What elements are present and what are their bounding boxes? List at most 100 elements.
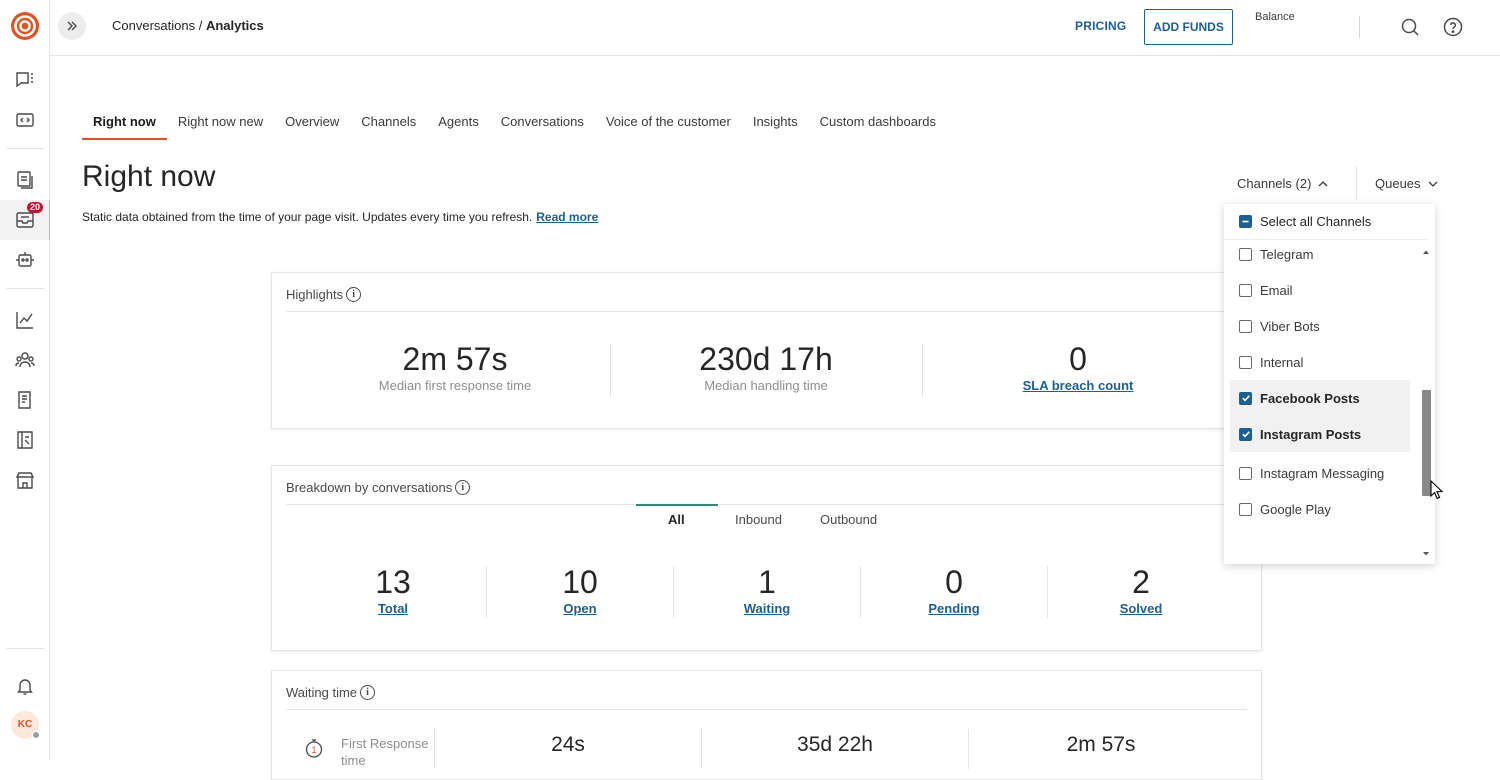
channel-option-google-play[interactable]: Google Play	[1230, 491, 1410, 527]
metric-value: 0	[945, 564, 963, 600]
breadcrumb-current: Analytics	[205, 18, 264, 33]
subtab-outbound[interactable]: Outbound	[820, 512, 877, 527]
chevron-down-icon	[1428, 181, 1438, 187]
analytics-icon[interactable]	[13, 308, 37, 332]
checkbox[interactable]	[1239, 466, 1252, 480]
page-title: Right now	[82, 160, 216, 193]
left-rail: 20 KC	[0, 0, 50, 760]
select-all-channels[interactable]: Select all Channels	[1224, 204, 1427, 240]
metric-open: 10 Open	[530, 564, 630, 616]
breadcrumb-parent[interactable]: Conversations	[112, 18, 195, 33]
sla-breach-link[interactable]: SLA breach count	[978, 378, 1178, 393]
metric-median-first-response: 2m 57s Median first response time	[355, 341, 555, 393]
scroll-down-arrow-icon[interactable]	[1421, 550, 1431, 558]
subtab-all[interactable]: All	[668, 512, 685, 527]
metric-median-handling: 230d 17h Median handling time	[666, 341, 866, 393]
scroll-up-arrow-icon[interactable]	[1421, 248, 1431, 256]
channels-filter[interactable]: Channels (2)	[1237, 176, 1329, 191]
breakdown-header: Breakdown by conversations i	[286, 480, 471, 495]
page-subtitle: Static data obtained from the time of yo…	[82, 210, 598, 224]
tab-conversations[interactable]: Conversations	[490, 108, 595, 140]
waiting-value: 24s	[551, 733, 585, 756]
marketplace-icon[interactable]	[13, 468, 37, 492]
help-icon[interactable]	[1442, 16, 1464, 38]
add-funds-button[interactable]: ADD FUNDS	[1144, 9, 1233, 45]
pricing-link[interactable]: PRICING	[1075, 19, 1126, 33]
brand-logo-icon[interactable]	[10, 11, 40, 41]
info-icon[interactable]: i	[360, 685, 376, 700]
metric-value: 230d 17h	[699, 341, 833, 377]
checkbox[interactable]	[1239, 319, 1252, 333]
waiting-link[interactable]: Waiting	[717, 601, 817, 616]
metric-solved: 2 Solved	[1091, 564, 1191, 616]
channel-option-label: Instagram Messaging	[1260, 465, 1385, 481]
waiting-time-title: Waiting time	[286, 685, 358, 700]
people-icon[interactable]	[13, 348, 37, 372]
breadcrumb-separator: /	[195, 18, 206, 33]
channel-option-telegram[interactable]: Telegram	[1230, 236, 1410, 272]
first-response-label: First Response time	[341, 736, 429, 768]
breakdown-card: Breakdown by conversations i All Inbound…	[271, 465, 1262, 651]
subtab-inbound[interactable]: Inbound	[735, 512, 782, 527]
bots-icon[interactable]	[13, 248, 37, 272]
checkbox-checked[interactable]	[1239, 427, 1252, 441]
checkbox-checked[interactable]	[1239, 391, 1252, 405]
exports-icon[interactable]	[13, 428, 37, 452]
channel-option-label: Email	[1260, 282, 1293, 298]
indeterminate-checkbox[interactable]	[1239, 215, 1252, 228]
channel-option-email[interactable]: Email	[1230, 272, 1410, 308]
open-link[interactable]: Open	[530, 601, 630, 616]
search-icon[interactable]	[1399, 16, 1421, 38]
highlights-header: Highlights i	[286, 287, 362, 302]
tab-right-now-new[interactable]: Right now new	[167, 108, 274, 140]
metric-value: 0	[1069, 341, 1087, 377]
tab-channels[interactable]: Channels	[350, 108, 427, 140]
checkbox[interactable]	[1239, 502, 1252, 516]
channel-option-internal[interactable]: Internal	[1230, 344, 1410, 380]
channel-option-viber-bots[interactable]: Viber Bots	[1230, 308, 1410, 344]
highlights-card: Highlights i 2m 57s Median first respons…	[271, 272, 1262, 429]
checkbox[interactable]	[1239, 355, 1252, 369]
subtitle-text: Static data obtained from the time of yo…	[82, 210, 533, 224]
expand-menu-button[interactable]	[58, 12, 86, 40]
double-chevron-right-icon	[67, 21, 77, 31]
balance-label: Balance	[1255, 11, 1295, 23]
metric-value: 13	[375, 564, 411, 600]
pending-link[interactable]: Pending	[904, 601, 1004, 616]
notifications-bell-icon[interactable]	[13, 674, 37, 698]
read-more-link[interactable]: Read more	[536, 210, 598, 224]
tab-voice-of-the-customer[interactable]: Voice of the customer	[595, 108, 742, 140]
info-icon[interactable]: i	[346, 287, 362, 302]
metric-pending: 0 Pending	[904, 564, 1004, 616]
channels-filter-label: Channels (2)	[1237, 176, 1312, 191]
info-icon[interactable]: i	[455, 480, 471, 495]
tab-right-now[interactable]: Right now	[82, 108, 167, 140]
channel-option-label: Facebook Posts	[1260, 390, 1360, 406]
metric-value: 2m 57s	[402, 341, 508, 377]
channel-option-instagram-posts[interactable]: Instagram Posts	[1230, 416, 1410, 452]
channel-option-label: Telegram	[1260, 246, 1314, 262]
solved-link[interactable]: Solved	[1091, 601, 1191, 616]
total-link[interactable]: Total	[343, 601, 443, 616]
metric-total: 13 Total	[343, 564, 443, 616]
campaigns-icon[interactable]	[13, 168, 37, 192]
channel-option-facebook-posts[interactable]: Facebook Posts	[1230, 380, 1410, 416]
conversations-icon[interactable]	[13, 68, 37, 92]
tab-overview[interactable]: Overview	[274, 108, 350, 140]
waiting-time-header: Waiting time i	[286, 685, 376, 700]
metric-waiting: 1 Waiting	[717, 564, 817, 616]
docs-icon[interactable]	[13, 388, 37, 412]
developer-icon[interactable]	[13, 108, 37, 132]
checkbox[interactable]	[1239, 283, 1252, 297]
channel-option-instagram-messaging[interactable]: Instagram Messaging	[1230, 455, 1410, 491]
metric-label: Median first response time	[378, 378, 532, 393]
tab-custom-dashboards[interactable]: Custom dashboards	[809, 108, 947, 140]
channel-option-label: Internal	[1260, 354, 1304, 370]
checkbox[interactable]	[1239, 247, 1252, 261]
tab-agents[interactable]: Agents	[427, 108, 489, 140]
tab-insights[interactable]: Insights	[742, 108, 809, 140]
stopwatch-icon: 1	[303, 737, 325, 759]
queues-filter[interactable]: Queues	[1375, 176, 1439, 191]
metric-label: Median handling time	[704, 378, 828, 393]
chevron-up-icon	[1318, 180, 1328, 186]
